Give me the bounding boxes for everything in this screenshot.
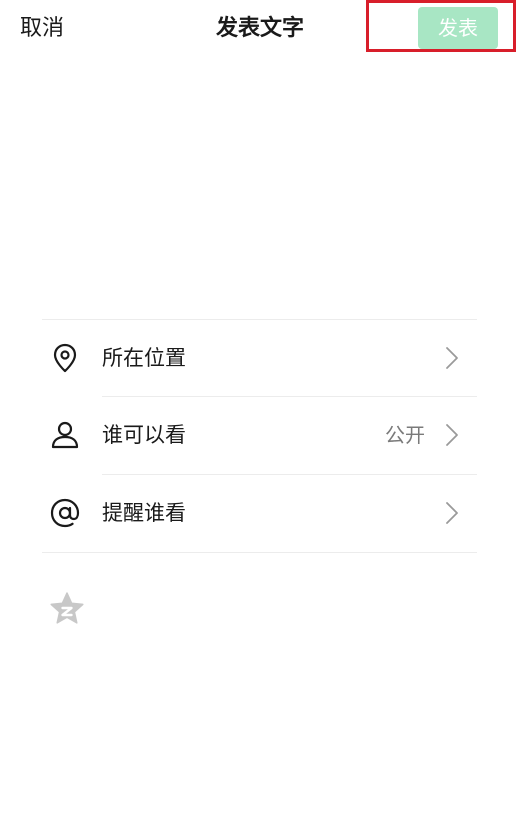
location-pin-icon [53,343,77,373]
at-sign-icon [50,498,80,528]
section-divider-bottom [42,552,477,553]
chevron-right-icon [446,424,458,446]
emoji-icon[interactable] [48,590,86,628]
top-bar: 取消 发表文字 发表 [0,0,520,58]
person-icon [51,421,79,449]
publish-button[interactable]: 发表 [418,7,498,49]
visibility-value: 公开 [385,423,425,447]
option-row-location[interactable]: 所在位置 [42,319,477,397]
option-row-mention[interactable]: 提醒谁看 [42,474,477,552]
option-label-location: 所在位置 [102,346,186,370]
chevron-right-icon [446,502,458,524]
chevron-right-icon [446,347,458,369]
option-row-visibility[interactable]: 谁可以看 公开 [42,396,477,474]
option-label-mention: 提醒谁看 [102,501,186,525]
option-label-visibility: 谁可以看 [102,423,186,447]
